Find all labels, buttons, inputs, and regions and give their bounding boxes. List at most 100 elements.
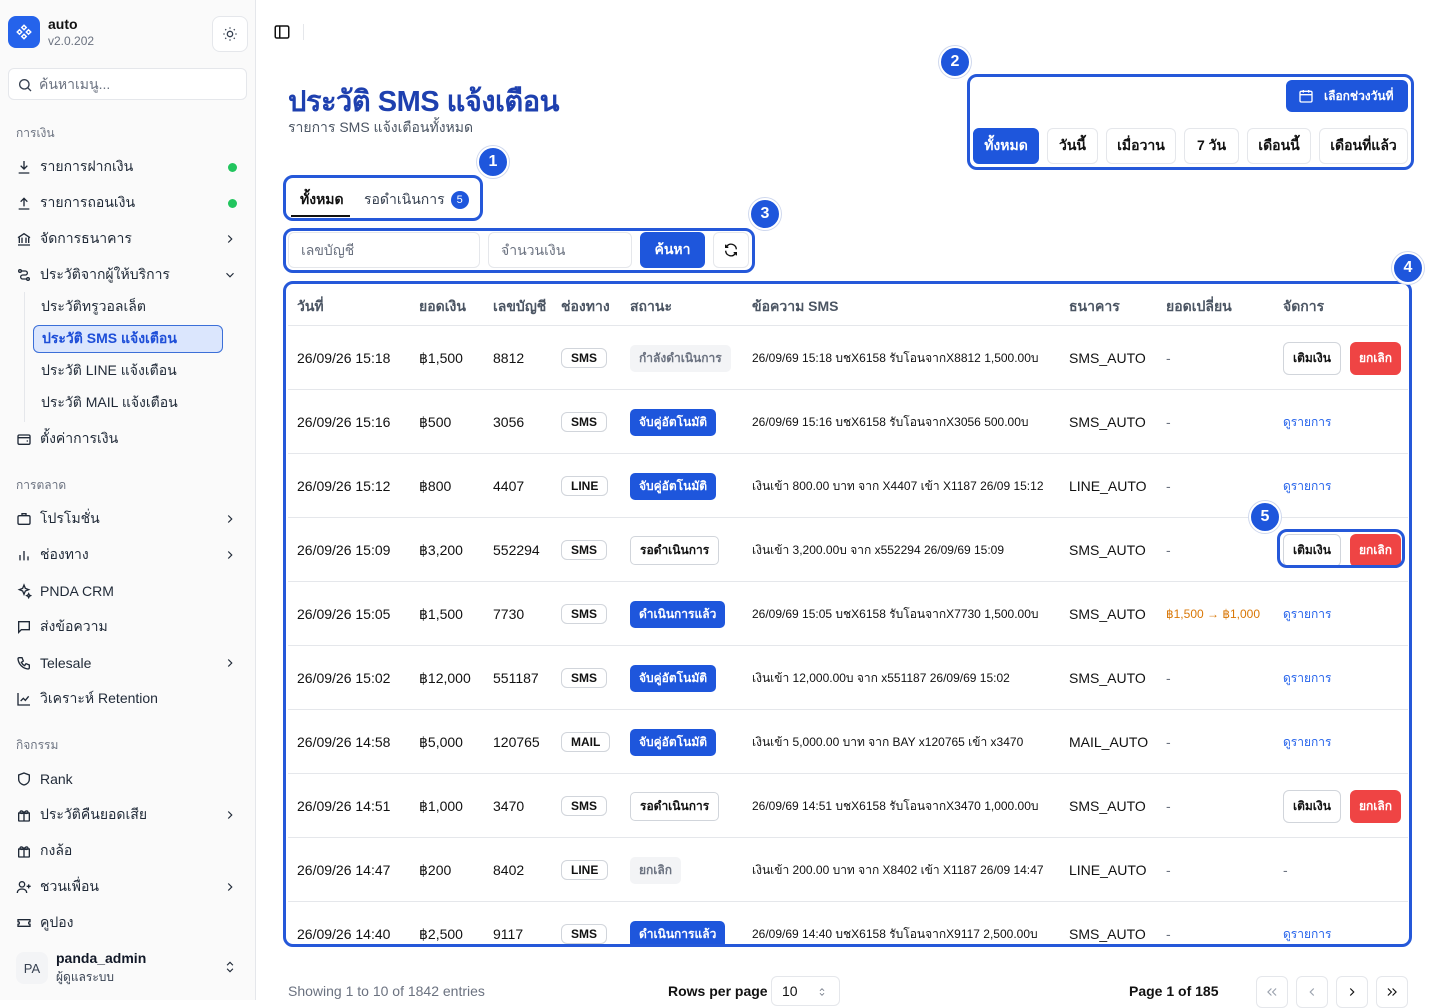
shield-icon xyxy=(16,771,32,787)
sidebar-item-label: ประวัติคืนยอดเสีย xyxy=(40,806,148,822)
download-icon xyxy=(16,159,32,175)
next-page-button[interactable] xyxy=(1336,976,1368,1008)
sidebar-item-provider-history[interactable]: ประวัติจากผู้ให้บริการ xyxy=(8,259,247,291)
sidebar-item-promotion[interactable]: โปรโมชั่น xyxy=(8,503,247,535)
annotation-badge-3: 3 xyxy=(749,198,781,230)
sidebar-item-cashback[interactable]: ประวัติคืนยอดเสีย xyxy=(8,799,247,831)
chevron-right-icon xyxy=(227,235,233,243)
sidebar-item-telesale[interactable]: Telesale xyxy=(8,647,247,679)
gift-icon xyxy=(16,807,32,823)
sidebar-subitem-line[interactable]: ประวัติ LINE แจ้งเตือน xyxy=(33,357,223,385)
sidebar-item-crm[interactable]: PNDA CRM xyxy=(8,575,247,607)
chevron-down-icon xyxy=(226,272,234,278)
theme-toggle-button[interactable] xyxy=(212,16,248,52)
annotation-badge-4: 4 xyxy=(1392,252,1424,284)
rows-per-page-value: 10 xyxy=(782,983,798,999)
chevrons-right-icon xyxy=(1387,988,1397,996)
menu-search xyxy=(8,68,247,100)
sidebar-subitem-sms[interactable]: ประวัติ SMS แจ้งเตือน xyxy=(33,325,223,353)
sidebar-item-label: รายการถอนเงิน xyxy=(40,194,136,210)
highlight-box-table xyxy=(283,281,1412,947)
status-dot xyxy=(228,163,237,172)
chevron-left-icon xyxy=(1309,988,1315,996)
section-label-finance: การเงิน xyxy=(16,126,55,140)
sidebar-subitem-truewallet[interactable]: ประวัติทรูวอลเล็ต xyxy=(33,293,223,321)
page-subtitle: รายการ SMS แจ้งเตือนทั้งหมด xyxy=(288,119,474,135)
app-logo-icon xyxy=(8,16,40,48)
avatar: PA xyxy=(16,952,48,984)
sidebar-item-deposit[interactable]: รายการฝากเงิน xyxy=(8,151,247,183)
sidebar-item-label: คูปอง xyxy=(40,914,74,930)
page-indicator: Page 1 of 185 xyxy=(1129,983,1219,999)
sidebar-item-label: กงล้อ xyxy=(40,842,73,858)
briefcase-icon xyxy=(16,511,32,527)
route-icon xyxy=(16,267,32,283)
ticket-icon xyxy=(16,915,32,931)
annotation-badge-5: 5 xyxy=(1249,501,1281,533)
annotation-badge-2: 2 xyxy=(939,46,971,78)
sidebar-item-label: วิเคราะห์ Retention xyxy=(40,690,158,706)
sparkles-icon xyxy=(16,583,32,599)
chevrons-left-icon xyxy=(1267,988,1277,996)
sidebar-item-label: โปรโมชั่น xyxy=(40,510,100,526)
upload-icon xyxy=(16,195,32,211)
sidebar-item-label: ส่งข้อความ xyxy=(40,618,108,634)
bank-icon xyxy=(16,231,32,247)
chevron-right-icon xyxy=(227,551,233,559)
sidebar-item-label: PNDA CRM xyxy=(40,583,114,599)
message-icon xyxy=(16,619,32,635)
entries-summary: Showing 1 to 10 of 1842 entries xyxy=(288,983,485,999)
brand: auto v2.0.202 xyxy=(8,16,248,52)
rows-per-page-select[interactable]: 10 xyxy=(771,976,840,1006)
menu-search-input[interactable] xyxy=(39,69,239,99)
user-menu[interactable]: PA panda_admin ผู้ดูแลระบบ xyxy=(8,946,247,990)
status-dot xyxy=(228,199,237,208)
sidebar-item-bank[interactable]: จัดการธนาคาร xyxy=(8,223,247,255)
chevron-right-icon xyxy=(227,811,233,819)
sidebar-item-finance-settings[interactable]: ตั้งค่าการเงิน xyxy=(8,423,247,455)
chevron-right-icon xyxy=(227,659,233,667)
chevron-right-icon xyxy=(227,883,233,891)
sidebar-item-label: Telesale xyxy=(40,655,92,671)
sidebar-item-label: ช่องทาง xyxy=(40,546,89,562)
section-label-marketing: การตลาด xyxy=(16,478,67,492)
chevrons-up-down-icon xyxy=(226,961,234,973)
chevron-right-icon xyxy=(1349,988,1355,996)
highlight-box-tabs xyxy=(283,175,483,221)
sidebar-item-label: ประวัติจากผู้ให้บริการ xyxy=(40,266,170,282)
chevron-right-icon xyxy=(227,515,233,523)
chevrons-up-down-icon xyxy=(819,988,825,996)
sidebar-item-label: Rank xyxy=(40,771,73,787)
search-icon xyxy=(19,79,32,92)
sidebar-item-channel[interactable]: ช่องทาง xyxy=(8,539,247,571)
highlight-box-filters xyxy=(283,228,755,273)
sidebar-item-mystery-box[interactable]: กงล้อ xyxy=(8,835,247,867)
prev-page-button[interactable] xyxy=(1296,976,1328,1008)
last-page-button[interactable] xyxy=(1376,976,1408,1008)
rows-per-page-label: Rows per page xyxy=(668,983,768,999)
sidebar-toggle-icon[interactable] xyxy=(273,23,291,41)
sidebar-item-retention[interactable]: วิเคราะห์ Retention xyxy=(8,683,247,715)
phone-icon xyxy=(16,655,32,671)
submenu-guide-line xyxy=(24,292,25,422)
line-chart-icon xyxy=(16,691,32,707)
sidebar-item-referral[interactable]: ชวนเพื่อน xyxy=(8,871,247,903)
sidebar-item-label: ตั้งค่าการเงิน xyxy=(40,430,119,446)
sidebar-item-withdraw[interactable]: รายการถอนเงิน xyxy=(8,187,247,219)
sidebar-item-rank[interactable]: Rank xyxy=(8,763,247,795)
first-page-button[interactable] xyxy=(1256,976,1288,1008)
sidebar-item-label: รายการฝากเงิน xyxy=(40,158,134,174)
user-name: panda_admin xyxy=(56,950,147,966)
app-name: auto xyxy=(48,16,78,32)
highlight-box-date-range xyxy=(967,74,1414,170)
sidebar-subitem-mail[interactable]: ประวัติ MAIL แจ้งเตือน xyxy=(33,389,223,417)
sidebar-item-send-message[interactable]: ส่งข้อความ xyxy=(8,611,247,643)
section-label-activity: กิจกรรม xyxy=(16,738,59,752)
sidebar-item-label: จัดการธนาคาร xyxy=(40,230,132,246)
annotation-badge-1: 1 xyxy=(477,146,509,178)
sidebar-item-coupon[interactable]: คูปอง xyxy=(8,907,247,939)
bar-chart-icon xyxy=(16,547,32,563)
user-role: ผู้ดูแลระบบ xyxy=(56,970,115,984)
gift-icon xyxy=(16,843,32,859)
user-plus-icon xyxy=(16,879,32,895)
